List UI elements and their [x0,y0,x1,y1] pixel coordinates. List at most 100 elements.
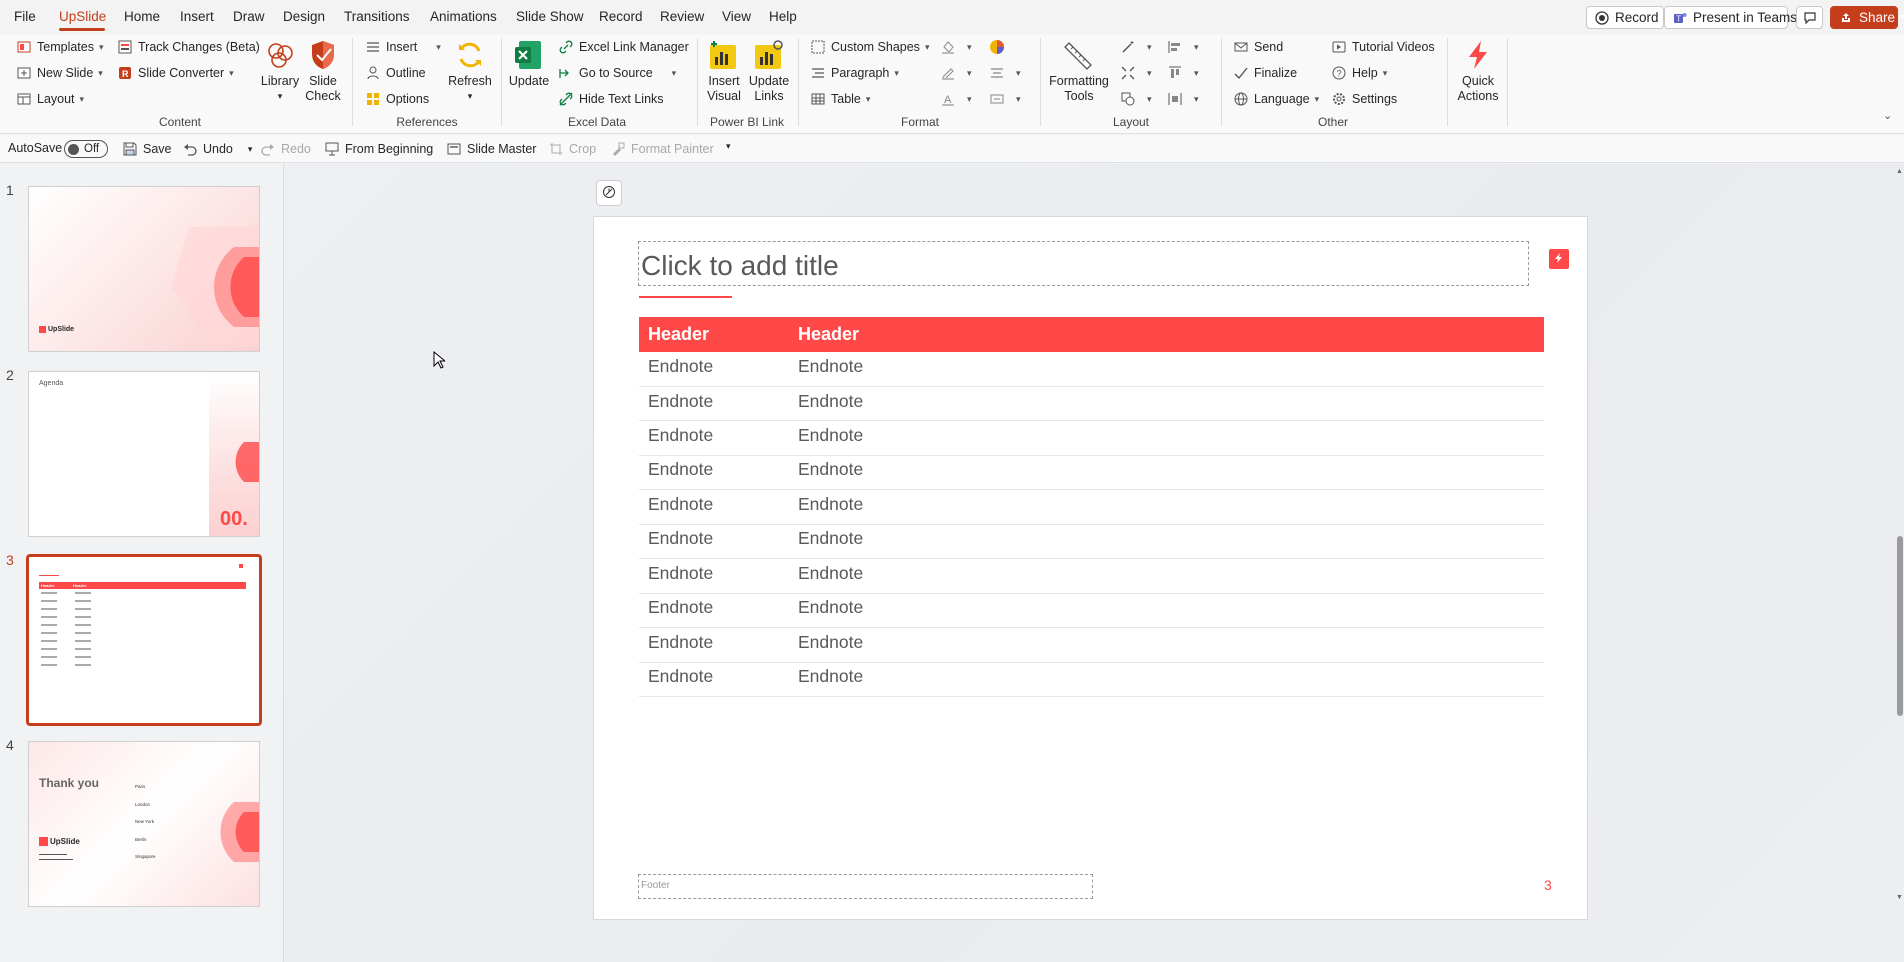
fill-color-button[interactable]: ▾ [940,39,972,55]
table-cell[interactable]: Endnote [648,563,713,584]
custom-shapes-button[interactable]: Custom Shapes ▾ [810,39,929,55]
tab-record[interactable]: Record [599,9,643,24]
crop-button[interactable]: Crop [548,141,596,157]
tab-insert[interactable]: Insert [180,9,214,24]
save-button[interactable]: Save [122,141,172,157]
help-button[interactable]: ? Help ▾ [1331,65,1387,81]
table-cell[interactable]: Endnote [648,666,713,687]
slide-thumbnail-2[interactable]: Agenda 00. [28,371,260,537]
tab-home[interactable]: Home [124,9,160,24]
present-in-teams-button[interactable]: T Present in Teams [1664,6,1797,29]
excel-link-manager-button[interactable]: Excel Link Manager [558,39,689,55]
slide-canvas[interactable]: Click to add title Header Header Endnote… [593,216,1588,920]
quick-actions-button[interactable]: Quick Actions [1454,39,1502,104]
slide-master-button[interactable]: Slide Master [446,141,536,157]
layout-button[interactable]: Layout ▾ [16,91,84,107]
font-color-button[interactable]: A ▾ [940,91,972,107]
slide-thumbnail-3[interactable]: Header Header [26,554,262,726]
resize-button[interactable]: ▾ [1120,65,1152,81]
table-cell[interactable]: Endnote [648,494,713,515]
table-cell[interactable]: Endnote [648,597,713,618]
table-cell[interactable]: Endnote [798,632,863,653]
table-cell[interactable]: Endnote [648,459,713,480]
table-cell[interactable]: Endnote [798,563,863,584]
vertical-scrollbar[interactable]: ▲ ▼ [1896,166,1904,962]
templates-button[interactable]: Templates ▾ [16,39,104,55]
update-links-button[interactable]: Update Links [748,39,790,104]
align-top-button[interactable]: ▾ [1167,65,1199,81]
from-beginning-button[interactable]: From Beginning [324,141,433,157]
tab-view[interactable]: View [722,9,751,24]
tutorial-videos-button[interactable]: Tutorial Videos [1331,39,1435,55]
formatting-tools-button[interactable]: Formatting Tools [1048,39,1110,104]
scrollbar-thumb[interactable] [1897,536,1903,716]
slide-check-button[interactable]: Slide Check [303,39,343,104]
tab-review[interactable]: Review [660,9,704,24]
text-box-button[interactable]: ▾ [989,91,1021,107]
scroll-down-icon[interactable]: ▼ [1896,894,1903,901]
finalize-button[interactable]: Finalize [1233,65,1297,81]
align-left-button[interactable]: ▾ [1167,39,1199,55]
distribute-button[interactable]: ▾ [1167,91,1199,107]
table-cell[interactable]: Endnote [798,666,863,687]
title-placeholder[interactable]: Click to add title [638,241,1529,286]
chart-color-button[interactable] [989,39,1005,55]
table-cell[interactable]: Endnote [798,459,863,480]
refresh-button[interactable]: Refresh ▾ [446,39,494,104]
table-cell[interactable]: Endnote [648,391,713,412]
table-cell[interactable]: Endnote [798,425,863,446]
paragraph-button[interactable]: Paragraph ▾ [810,65,899,81]
insert-visual-button[interactable]: Insert Visual [704,39,744,104]
chevron-down-icon[interactable]: ▾ [248,144,253,155]
table-cell[interactable]: Endnote [798,597,863,618]
table-cell[interactable]: Endnote [798,528,863,549]
magic-wand-button[interactable]: ▾ [1120,39,1152,55]
library-button[interactable]: Library ▾ [258,39,302,104]
format-painter-button[interactable]: Format Painter [610,141,714,157]
table-header-row[interactable] [639,317,1544,352]
table-cell[interactable]: Endnote [798,494,863,515]
send-button[interactable]: Send [1233,39,1283,55]
tab-help[interactable]: Help [769,9,797,24]
tab-transitions[interactable]: Transitions [344,9,410,24]
tab-upslide[interactable]: UpSlide [59,9,106,24]
insert-reference-button[interactable]: Insert ▾ [365,39,441,55]
autosave-toggle[interactable]: Off [64,140,108,158]
track-changes-button[interactable]: Track Changes (Beta) [117,39,260,55]
table-header-cell[interactable]: Header [798,324,859,345]
redo-button[interactable]: Redo [260,141,311,157]
update-button[interactable]: Update [508,39,550,89]
options-button[interactable]: Options [365,91,429,107]
comments-button[interactable] [1796,6,1823,29]
tab-design[interactable]: Design [283,9,325,24]
scroll-up-icon[interactable]: ▲ [1896,168,1903,175]
tab-slide-show[interactable]: Slide Show [516,9,584,24]
language-button[interactable]: Language ▾ [1233,91,1319,107]
slide-converter-button[interactable]: R Slide Converter ▾ [117,65,234,81]
designer-button[interactable] [596,180,622,206]
go-to-source-button[interactable]: Go to Source ▾ [558,65,676,81]
slide-thumbnail-4[interactable]: Thank you UpSlide Paris London New York … [28,741,260,907]
slide-thumbnail-1[interactable]: UpSlide [28,186,260,352]
customize-toolbar-icon[interactable]: ▾ [726,141,731,152]
hide-text-links-button[interactable]: Hide Text Links [558,91,664,107]
table-cell[interactable]: Endnote [798,391,863,412]
collapse-ribbon-button[interactable]: ⌄ [1883,109,1892,122]
table-cell[interactable]: Endnote [648,425,713,446]
table-cell[interactable]: Endnote [798,356,863,377]
undo-button[interactable]: Undo ▾ [182,141,252,157]
upslide-badge[interactable] [1549,249,1569,269]
share-button[interactable]: Share ▾ [1830,6,1904,29]
table-cell[interactable]: Endnote [648,528,713,549]
table-header-cell[interactable]: Header [648,324,709,345]
tab-draw[interactable]: Draw [233,9,265,24]
table-cell[interactable]: Endnote [648,356,713,377]
footer-placeholder[interactable]: Footer [638,874,1093,899]
shape-swap-button[interactable]: ▾ [1120,91,1152,107]
line-color-button[interactable]: ▾ [940,65,972,81]
record-button[interactable]: Record [1586,6,1664,29]
align-button[interactable]: ▾ [989,65,1021,81]
table-cell[interactable]: Endnote [648,632,713,653]
settings-button[interactable]: Settings [1331,91,1397,107]
tab-animations[interactable]: Animations [430,9,497,24]
